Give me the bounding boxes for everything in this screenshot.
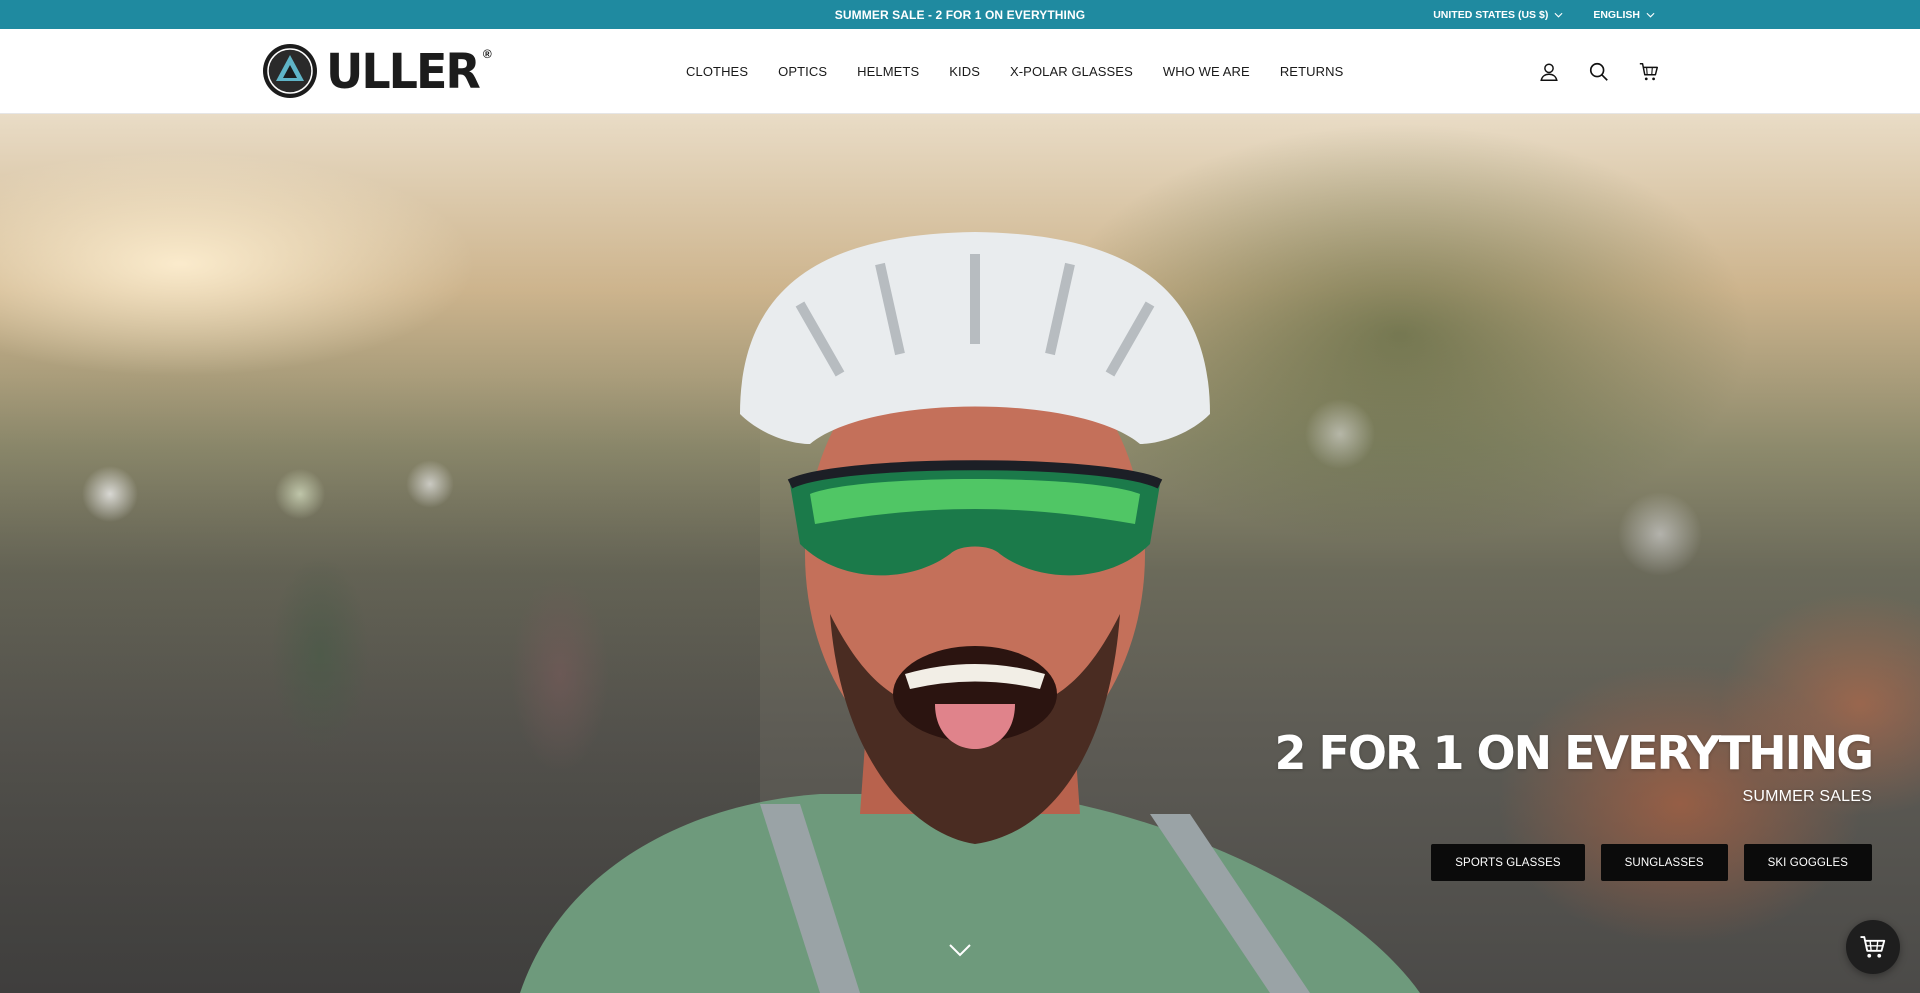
hero-subtitle: SUMMER SALES xyxy=(1742,788,1872,805)
announcement-bar: SUMMER SALE - 2 FOR 1 ON EVERYTHING UNIT… xyxy=(0,0,1920,29)
logo-wordmark: ULLER xyxy=(326,42,481,100)
language-selector[interactable]: ENGLISH xyxy=(1593,9,1655,21)
sunglasses-button[interactable]: SUNGLASSES xyxy=(1600,844,1728,881)
hero-title: 2 FOR 1 ON EVERYTHING xyxy=(1274,726,1874,780)
language-label: ENGLISH xyxy=(1593,8,1640,21)
account-icon[interactable] xyxy=(1538,61,1560,83)
country-label: UNITED STATES (US $) xyxy=(1433,8,1549,21)
nav-item-helmets[interactable]: HELMETS xyxy=(857,64,919,79)
locale-selectors: UNITED STATES (US $) ENGLISH xyxy=(1433,0,1655,29)
nav-item-kids[interactable]: KIDS xyxy=(949,64,980,79)
scroll-down-chevron-icon[interactable] xyxy=(948,942,972,958)
hero-copy: 2 FOR 1 ON EVERYTHING SUMMER SALES xyxy=(1274,726,1874,806)
hero-banner: 2 FOR 1 ON EVERYTHING SUMMER SALES SPORT… xyxy=(0,114,1920,993)
logo-mark-icon xyxy=(263,44,317,98)
header-actions xyxy=(1538,29,1660,114)
floating-cart-button[interactable] xyxy=(1846,920,1900,974)
country-selector[interactable]: UNITED STATES (US $) xyxy=(1433,9,1563,21)
nav-item-x-polar-glasses[interactable]: X-POLAR GLASSES xyxy=(1010,64,1133,79)
site-logo[interactable]: ULLER ® xyxy=(262,43,492,99)
main-nav: CLOTHES OPTICS HELMETS KIDS X-POLAR GLAS… xyxy=(686,29,1343,114)
nav-item-returns[interactable]: RETURNS xyxy=(1280,64,1344,79)
site-header: ULLER ® CLOTHES OPTICS HELMETS KIDS X-PO… xyxy=(0,29,1920,114)
chevron-down-icon xyxy=(1554,12,1563,18)
nav-item-who-we-are[interactable]: WHO WE ARE xyxy=(1163,64,1250,79)
nav-item-optics[interactable]: OPTICS xyxy=(778,64,827,79)
cart-icon[interactable] xyxy=(1638,61,1660,83)
chevron-down-icon xyxy=(1646,12,1655,18)
hero-cta-group: SPORTS GLASSES SUNGLASSES SKI GOGGLES xyxy=(1431,844,1872,881)
registered-mark: ® xyxy=(482,47,492,61)
search-icon[interactable] xyxy=(1588,61,1610,83)
cart-icon xyxy=(1860,936,1886,958)
nav-item-clothes[interactable]: CLOTHES xyxy=(686,64,748,79)
ski-goggles-button[interactable]: SKI GOGGLES xyxy=(1743,844,1872,881)
sports-glasses-button[interactable]: SPORTS GLASSES xyxy=(1431,844,1585,881)
